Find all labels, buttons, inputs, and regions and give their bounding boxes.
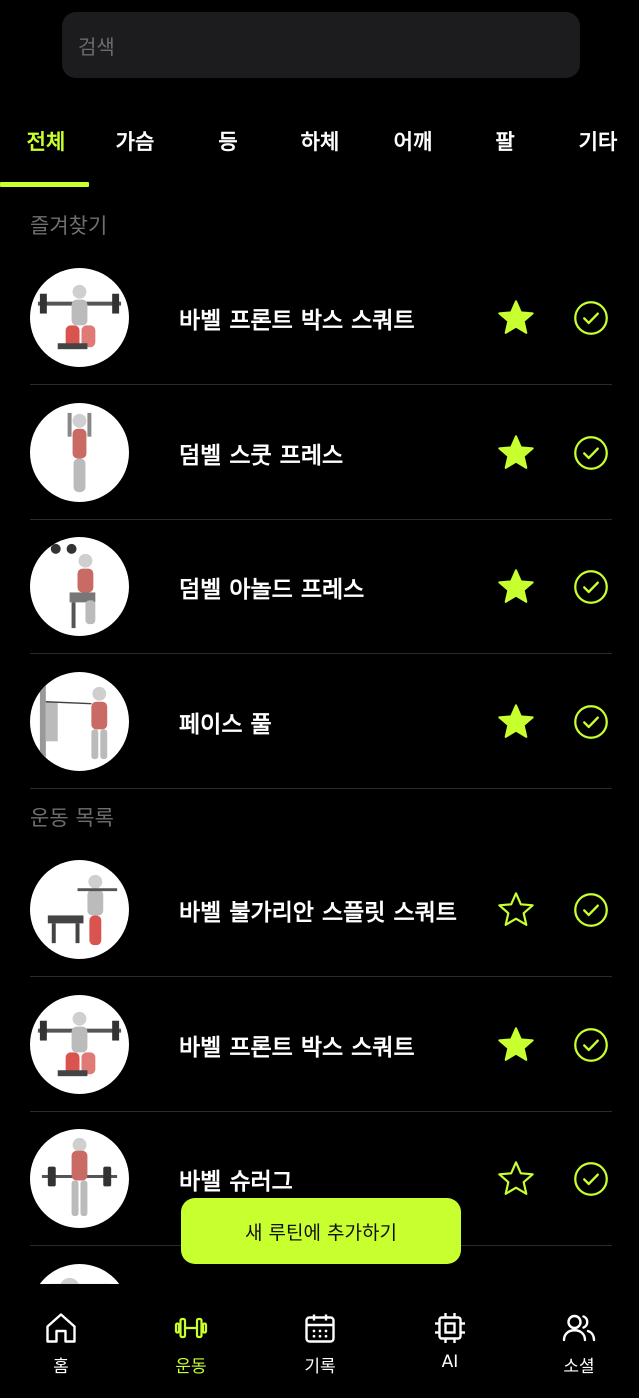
check-circle-icon[interactable]: [573, 1161, 609, 1197]
star-filled-icon[interactable]: [496, 433, 536, 473]
tab-back[interactable]: 등: [182, 106, 274, 176]
exercise-name: 바벨 프론트 박스 스쿼트: [179, 308, 415, 334]
tab-arms[interactable]: 팔: [459, 106, 551, 176]
star-filled-icon[interactable]: [496, 298, 536, 338]
exercise-name: 바벨 프론트 박스 스쿼트: [179, 1035, 415, 1061]
exercise-row[interactable]: 덤벨 아놀드 프레스: [30, 520, 612, 654]
exercise-row[interactable]: 바벨 프론트 박스 스쿼트: [30, 251, 612, 385]
exercise-row[interactable]: 바벨 프론트 박스 스쿼트: [30, 978, 612, 1112]
check-circle-icon[interactable]: [573, 435, 609, 471]
check-circle-icon[interactable]: [573, 300, 609, 336]
active-tab-indicator: [0, 182, 89, 187]
exercise-thumbnail: [30, 860, 129, 959]
exercise-thumbnail: [30, 1264, 129, 1284]
tab-other[interactable]: 기타: [552, 106, 639, 176]
nav-social[interactable]: 소셜: [529, 1310, 629, 1377]
exercise-name: 덤벨 스쿳 프레스: [179, 443, 344, 469]
home-icon: [46, 1313, 76, 1343]
star-filled-icon[interactable]: [496, 1025, 536, 1065]
nav-label: 홈: [53, 1357, 69, 1377]
star-outline-icon[interactable]: [496, 890, 536, 930]
exercise-row[interactable]: 덤벨 스쿳 프레스: [30, 386, 612, 520]
check-circle-icon[interactable]: [573, 704, 609, 740]
star-outline-icon[interactable]: [496, 1159, 536, 1199]
exercise-row[interactable]: 바벨 불가리안 스플릿 스쿼트: [30, 843, 612, 977]
check-circle-icon[interactable]: [573, 892, 609, 928]
nav-label: 운동: [175, 1357, 207, 1377]
exercise-thumbnail: [30, 537, 129, 636]
nav-label: AI: [441, 1352, 459, 1372]
dumbbell-icon: [174, 1317, 208, 1339]
nav-home[interactable]: 홈: [11, 1310, 111, 1377]
tab-legs[interactable]: 하체: [274, 106, 366, 176]
star-filled-icon[interactable]: [496, 702, 536, 742]
chip-icon: [435, 1313, 465, 1343]
users-icon: [562, 1314, 596, 1342]
exercise-name: 덤벨 아놀드 프레스: [179, 577, 365, 603]
star-filled-icon[interactable]: [496, 567, 536, 607]
category-tabs: 전체 가슴 등 하체 어깨 팔 기타: [0, 106, 639, 188]
exercise-name: 바벨 불가리안 스플릿 스쿼트: [179, 900, 457, 926]
search-placeholder: 검색: [78, 34, 115, 59]
exercise-thumbnail: [30, 268, 129, 367]
check-circle-icon[interactable]: [573, 1027, 609, 1063]
nav-label: 기록: [304, 1357, 336, 1377]
tab-shoulders[interactable]: 어깨: [367, 106, 459, 176]
nav-records[interactable]: 기록: [270, 1310, 370, 1377]
add-to-new-routine-button[interactable]: 새 루틴에 추가하기: [181, 1198, 461, 1264]
exercise-name: 페이스 풀: [179, 712, 272, 738]
exercise-thumbnail: [30, 995, 129, 1094]
tab-chest[interactable]: 가슴: [89, 106, 181, 176]
nav-ai[interactable]: AI: [400, 1310, 500, 1372]
exercise-row[interactable]: 페이스 풀: [30, 655, 612, 789]
exercise-thumbnail: [30, 1129, 129, 1228]
check-circle-icon[interactable]: [573, 569, 609, 605]
exercise-thumbnail: [30, 672, 129, 771]
exercise-thumbnail: [30, 403, 129, 502]
tab-all[interactable]: 전체: [0, 106, 92, 176]
exercise-list-section-title: 운동 목록: [30, 806, 114, 830]
bottom-navigation: 홈 운동 기록 AI 소셜: [0, 1284, 639, 1398]
nav-workout[interactable]: 운동: [141, 1310, 241, 1377]
search-input[interactable]: 검색: [62, 12, 580, 78]
nav-label: 소셜: [563, 1357, 595, 1377]
favorites-section-title: 즐겨찾기: [30, 214, 108, 238]
calendar-icon: [305, 1314, 335, 1343]
